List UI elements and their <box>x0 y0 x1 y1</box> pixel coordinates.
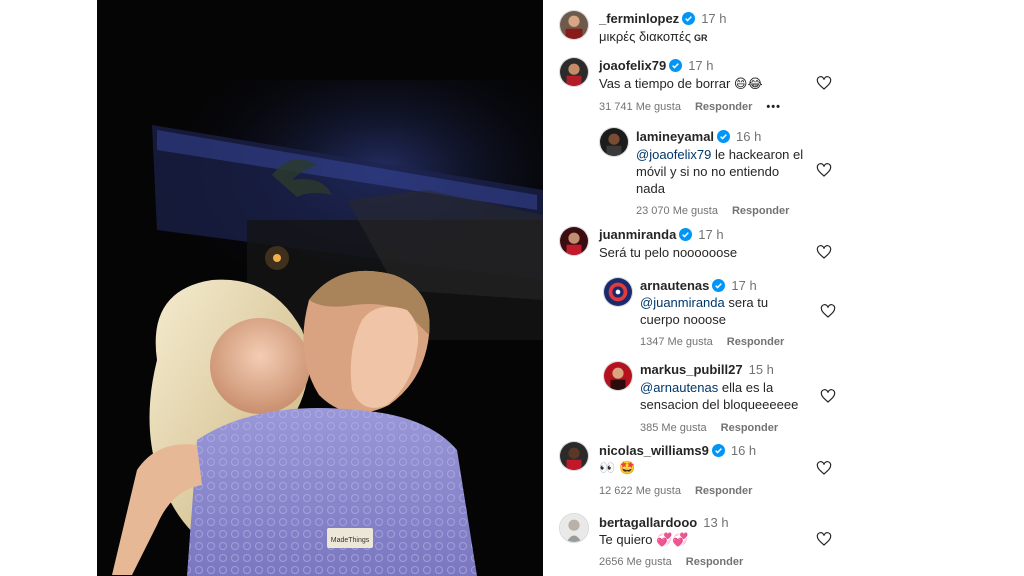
reply-time: 15 h <box>748 362 774 377</box>
comment-username[interactable]: bertagallardooo <box>599 515 697 530</box>
avatar[interactable] <box>559 10 589 40</box>
reply-time: 16 h <box>736 129 762 144</box>
comment-emoji: 💞💞 <box>656 533 689 548</box>
likes-count[interactable]: 385 Me gusta <box>640 422 707 434</box>
avatar[interactable] <box>559 441 589 471</box>
reply-button[interactable]: Responder <box>727 336 784 348</box>
comment-username[interactable]: juanmiranda <box>599 227 676 242</box>
avatar[interactable] <box>559 513 589 543</box>
reply-meta: 23 070 Me gusta Responder <box>636 205 803 217</box>
mention-link[interactable]: @arnautenas <box>640 380 718 395</box>
reply-header: arnautenas 17 h <box>640 278 757 294</box>
avatar[interactable] <box>559 57 589 87</box>
comment-emoji: 😄😂 <box>733 77 763 92</box>
reply-text-line: sensacion del bloqueeeeee <box>640 397 799 412</box>
reply-text-line: cuerpo nooose <box>640 312 727 327</box>
like-heart-icon[interactable] <box>816 75 832 91</box>
comment-text: Vas a tiempo de borrar 😄😂 <box>599 75 763 93</box>
likes-count[interactable]: 12 622 Me gusta <box>599 485 681 497</box>
reply-username[interactable]: lamineyamal <box>636 129 714 144</box>
reply-meta: 385 Me gusta Responder <box>640 422 792 434</box>
comment-text: Será tu pelo noooooose <box>599 245 738 260</box>
comment-header: juanmiranda 17 h <box>599 227 724 243</box>
reply-header: lamineyamal 16 h <box>636 129 761 145</box>
comment-meta: 31 741 Me gusta Responder ••• <box>599 101 795 113</box>
reply-text: @arnautenas ella es la sensacion del blo… <box>640 379 820 413</box>
flag-text: GR <box>694 33 708 43</box>
reply-button[interactable]: Responder <box>721 422 778 434</box>
comment-text-body: Te quiero <box>599 532 653 547</box>
like-heart-icon[interactable] <box>816 162 832 178</box>
comment-meta: 12 622 Me gusta Responder <box>599 485 766 497</box>
reply-text-line: móvil y si no no entiendo <box>636 164 780 179</box>
reply-username[interactable]: arnautenas <box>640 278 709 293</box>
reply-text: @joaofelix79 le hackearon el móvil y si … <box>636 146 816 197</box>
comment-text-body: Vas a tiempo de borrar <box>599 76 731 91</box>
reply-text-line: nada <box>636 181 665 196</box>
verified-icon <box>712 279 726 292</box>
comment-emoji: 👀 🤩 <box>599 461 636 476</box>
like-heart-icon[interactable] <box>816 244 832 260</box>
caption-text-body: μικρές διακοπές <box>599 29 692 44</box>
reply-time: 17 h <box>731 278 757 293</box>
more-options-button[interactable]: ••• <box>766 101 781 113</box>
comment-time: 16 h <box>730 443 757 458</box>
reply-text: @juanmiranda sera tu cuerpo nooose <box>640 294 810 328</box>
reply-button[interactable]: Responder <box>695 485 752 497</box>
likes-count[interactable]: 23 070 Me gusta <box>636 205 718 217</box>
reply-button[interactable]: Responder <box>686 556 743 568</box>
like-heart-icon[interactable] <box>816 531 832 547</box>
likes-count[interactable]: 31 741 Me gusta <box>599 101 681 113</box>
caption-username[interactable]: _ferminlopez <box>599 11 679 26</box>
comment-username[interactable]: nicolas_williams9 <box>599 443 709 458</box>
verified-icon <box>679 228 693 241</box>
comment-meta: 2656 Me gusta Responder <box>599 556 757 568</box>
verified-icon <box>682 12 696 25</box>
verified-icon <box>711 444 725 457</box>
comment-time: 13 h <box>703 515 729 530</box>
caption-text: μικρές διακοπές GR <box>599 28 708 47</box>
likes-count[interactable]: 2656 Me gusta <box>599 556 672 568</box>
caption-time: 17 h <box>701 11 727 26</box>
comment-username[interactable]: joaofelix79 <box>599 58 666 73</box>
avatar[interactable] <box>559 226 589 256</box>
comment-time: 17 h <box>688 58 714 73</box>
comment-time: 17 h <box>698 227 724 242</box>
verified-icon <box>717 130 731 143</box>
mention-link[interactable]: @juanmiranda <box>640 295 725 310</box>
like-heart-icon[interactable] <box>820 388 836 404</box>
like-heart-icon[interactable] <box>816 460 832 476</box>
reply-username[interactable]: markus_pubill27 <box>640 362 743 377</box>
reply-text-line: ella es la <box>718 380 774 395</box>
post-photo: MadeThings <box>97 0 543 576</box>
shirt-tag-text: MadeThings <box>331 537 370 544</box>
comment-header: nicolas_williams9 16 h <box>599 443 756 459</box>
caption-header: _ferminlopez 17 h <box>599 11 727 27</box>
comments-panel: _ferminlopez 17 h μικρές διακοπές GR joaof… <box>543 0 843 576</box>
reply-text-line: le hackearon el <box>711 147 804 162</box>
comment-text: Te quiero 💞💞 <box>599 531 688 549</box>
reply-button[interactable]: Responder <box>732 205 789 217</box>
reply-text-line: sera tu <box>724 295 769 310</box>
reply-button[interactable]: Responder <box>695 101 752 113</box>
like-heart-icon[interactable] <box>820 303 836 319</box>
reply-meta: 1347 Me gusta Responder <box>640 336 798 348</box>
reply-header: markus_pubill27 15 h <box>640 362 774 378</box>
avatar[interactable] <box>599 127 629 157</box>
verified-icon <box>669 59 683 72</box>
mention-link[interactable]: @joaofelix79 <box>636 147 711 162</box>
comment-header: joaofelix79 17 h <box>599 58 714 74</box>
avatar[interactable] <box>603 277 633 307</box>
avatar[interactable] <box>603 361 633 391</box>
likes-count[interactable]: 1347 Me gusta <box>640 336 713 348</box>
comment-header: bertagallardooo 13 h <box>599 515 729 531</box>
